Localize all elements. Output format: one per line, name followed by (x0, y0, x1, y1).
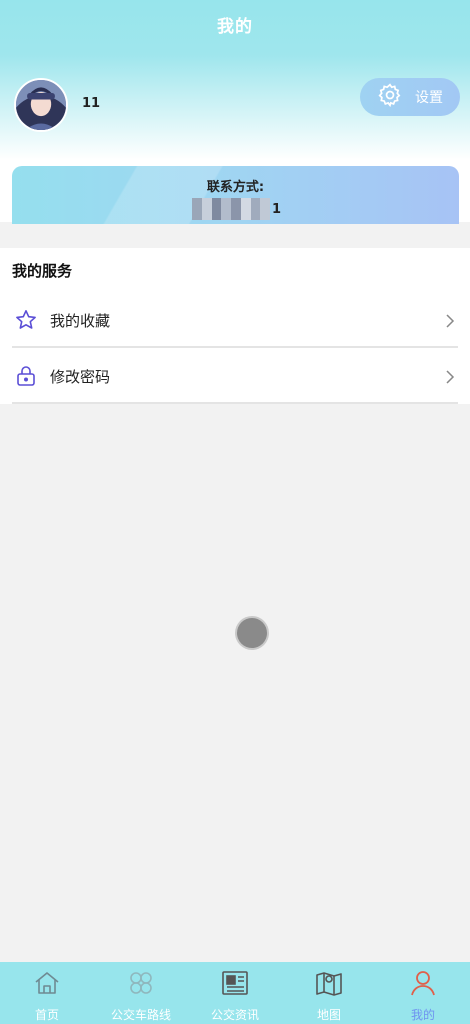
tab-label: 首页 (34, 1008, 59, 1022)
bottom-tab-bar: 首页 公交车路线 公交资讯 地图 我的 (0, 962, 470, 1024)
tab-label: 公交资讯 (210, 1008, 259, 1022)
page-title: 我的 (217, 17, 253, 37)
lock-icon (14, 364, 38, 388)
contact-card: 联系方式: 1 (12, 166, 459, 224)
tab-bus-news[interactable]: 公交资讯 (188, 962, 282, 1024)
tab-map[interactable]: 地图 (282, 962, 376, 1024)
service-item-change-password[interactable]: 修改密码 (12, 349, 458, 404)
tab-label: 我的 (410, 1008, 435, 1022)
services-section: 我的服务 我的收藏 修改密码 (0, 248, 470, 404)
contact-value-suffix: 1 (272, 201, 282, 217)
services-title: 我的服务 (12, 262, 73, 280)
gear-icon (377, 82, 403, 112)
settings-button[interactable]: 设置 (360, 78, 460, 116)
user-icon (408, 968, 438, 1002)
home-icon (32, 968, 62, 1002)
tab-mine[interactable]: 我的 (376, 962, 470, 1024)
tab-bus-routes[interactable]: 公交车路线 (94, 962, 188, 1024)
route-icon (126, 968, 156, 1002)
service-item-favorites[interactable]: 我的收藏 (12, 293, 458, 348)
contact-value: 1 (192, 198, 281, 220)
map-icon (314, 968, 344, 1002)
tab-label: 公交车路线 (110, 1008, 171, 1022)
service-item-label: 修改密码 (50, 368, 111, 386)
settings-label: 设置 (415, 90, 443, 106)
contact-label: 联系方式: (206, 180, 265, 195)
loading-indicator (237, 618, 267, 648)
service-item-label: 我的收藏 (50, 312, 111, 330)
tab-home[interactable]: 首页 (0, 962, 94, 1024)
chevron-right-icon (444, 313, 456, 328)
news-icon (220, 968, 250, 1002)
redacted-phone (192, 198, 270, 220)
avatar[interactable] (14, 78, 68, 132)
username: 11 (82, 96, 101, 111)
chevron-right-icon (444, 369, 456, 384)
star-icon (14, 308, 38, 332)
tab-label: 地图 (316, 1008, 341, 1022)
